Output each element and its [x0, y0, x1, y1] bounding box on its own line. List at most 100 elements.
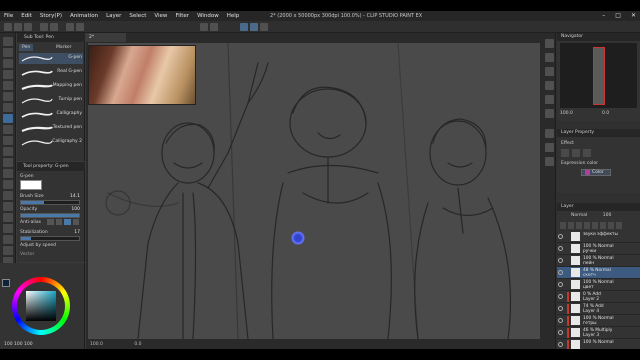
snap-grid-icon[interactable]: [260, 23, 268, 31]
visibility-eye-icon[interactable]: [558, 258, 563, 263]
dock-subview-icon[interactable]: [545, 53, 554, 62]
layer-row[interactable]: 46 % Multiply Layer 3: [557, 327, 640, 339]
sub-tool-item[interactable]: Calligraphy: [19, 109, 83, 120]
visibility-eye-icon[interactable]: [558, 342, 563, 347]
saturation-value-square[interactable]: [26, 291, 56, 321]
snap-ruler-icon[interactable]: [240, 23, 248, 31]
minimize-icon[interactable]: –: [602, 11, 605, 21]
redo-icon[interactable]: [50, 23, 58, 31]
snap-special-ruler-icon[interactable]: [250, 23, 258, 31]
drawing-canvas[interactable]: [88, 43, 540, 339]
clear-icon[interactable]: [66, 23, 74, 31]
visibility-eye-icon[interactable]: [558, 306, 563, 311]
dock-search-layer-icon[interactable]: [545, 143, 554, 152]
fill-tool-icon[interactable]: [3, 191, 13, 200]
dock-material-icon[interactable]: [545, 81, 554, 90]
brush-tool-icon[interactable]: [3, 136, 13, 145]
visibility-eye-icon[interactable]: [558, 330, 563, 335]
sub-tool-item[interactable]: Calligraphy 2: [19, 137, 83, 148]
adjust-by-speed-checkbox[interactable]: Adjust by speed: [20, 243, 56, 248]
layer-row[interactable]: 100 % Normal ручки: [557, 243, 640, 255]
status-zoom[interactable]: 100.0: [90, 342, 103, 347]
reference-layer-icon[interactable]: [568, 222, 574, 229]
frame-tool-icon[interactable]: [3, 224, 13, 233]
sub-tool-item[interactable]: Turnip pen: [19, 95, 83, 106]
blend-mode-select[interactable]: Normal: [571, 213, 587, 218]
deselect-icon[interactable]: [200, 23, 208, 31]
selection-tool-icon[interactable]: [3, 81, 13, 90]
navigator-zoom[interactable]: 100.0: [560, 111, 573, 116]
dock-animation-icon[interactable]: [545, 157, 554, 166]
move-tool-icon[interactable]: [3, 48, 13, 57]
layer-opacity-value[interactable]: 100: [603, 213, 612, 218]
save-icon[interactable]: [24, 23, 32, 31]
close-icon[interactable]: ✕: [631, 11, 636, 21]
layer-row[interactable]: 0 % Add Layer 2: [557, 291, 640, 303]
dock-auto-action-icon[interactable]: [545, 109, 554, 118]
text-tool-icon[interactable]: [3, 246, 13, 255]
blend-tool-icon[interactable]: [3, 180, 13, 189]
menu-animation[interactable]: Animation: [66, 11, 102, 21]
layer-row[interactable]: 100 % Normal: [557, 339, 640, 349]
stabilization-slider[interactable]: [20, 236, 80, 241]
invert-selection-icon[interactable]: [210, 23, 218, 31]
figure-tool-icon[interactable]: [3, 213, 13, 222]
sub-tool-item[interactable]: G-pen: [19, 53, 83, 64]
status-rotation[interactable]: 0.0: [134, 342, 141, 347]
menu-story[interactable]: Story(P): [36, 11, 66, 21]
transform-icon[interactable]: [76, 23, 84, 31]
effect-border-icon[interactable]: [561, 149, 569, 157]
menu-window[interactable]: Window: [193, 11, 223, 21]
gradient-tool-icon[interactable]: [3, 202, 13, 211]
new-file-icon[interactable]: [4, 23, 12, 31]
lock-layer-icon[interactable]: [576, 222, 582, 229]
opacity-slider[interactable]: [20, 213, 80, 218]
dock-navigator-icon[interactable]: [545, 39, 554, 48]
layer-row[interactable]: 100 % Normal пейн: [557, 255, 640, 267]
pen-tool-icon[interactable]: [3, 114, 13, 123]
open-file-icon[interactable]: [14, 23, 22, 31]
clip-layer-icon[interactable]: [560, 222, 566, 229]
menu-select[interactable]: Select: [125, 11, 150, 21]
ruler-layer-icon[interactable]: [600, 222, 606, 229]
eraser-tool-icon[interactable]: [3, 169, 13, 178]
ruler-tool-icon[interactable]: [3, 235, 13, 244]
new-layer-icon[interactable]: [608, 222, 614, 229]
dock-info-icon[interactable]: [545, 67, 554, 76]
antialias-options[interactable]: [47, 219, 79, 225]
navigator-angle[interactable]: 0.0: [602, 111, 609, 116]
menu-help[interactable]: Help: [223, 11, 244, 21]
layer-row[interactable]: 100 % Normal гетры: [557, 315, 640, 327]
pencil-tool-icon[interactable]: [3, 125, 13, 134]
dock-layer-property-icon[interactable]: [545, 129, 554, 138]
dock-history-icon[interactable]: [545, 95, 554, 104]
sub-tool-item[interactable]: Mapping pen: [19, 81, 83, 92]
layer-row[interactable]: 48 % Normal скетч: [557, 267, 640, 279]
navigator-preview[interactable]: [560, 43, 637, 108]
maximize-icon[interactable]: □: [615, 11, 621, 21]
operation-tool-icon[interactable]: [3, 59, 13, 68]
zoom-tool-icon[interactable]: [3, 37, 13, 46]
lock-transparency-icon[interactable]: [584, 222, 590, 229]
visibility-eye-icon[interactable]: [558, 282, 563, 287]
menu-view[interactable]: View: [150, 11, 171, 21]
layer-row[interactable]: звуки эффекты: [557, 231, 640, 243]
visibility-eye-icon[interactable]: [558, 294, 563, 299]
menu-file[interactable]: File: [0, 11, 17, 21]
visibility-eye-icon[interactable]: [558, 234, 563, 239]
delete-layer-icon[interactable]: [616, 222, 622, 229]
layer-row[interactable]: 74 % Add Layer 4: [557, 303, 640, 315]
eyedropper-tool-icon[interactable]: [3, 103, 13, 112]
visibility-eye-icon[interactable]: [558, 270, 563, 275]
canvas-tab[interactable]: 2*: [86, 33, 126, 42]
effect-layer-color-icon[interactable]: [583, 149, 591, 157]
menu-edit[interactable]: Edit: [17, 11, 36, 21]
effect-tone-icon[interactable]: [572, 149, 580, 157]
visibility-eye-icon[interactable]: [558, 246, 563, 251]
mask-icon[interactable]: [592, 222, 598, 229]
visibility-eye-icon[interactable]: [558, 318, 563, 323]
undo-icon[interactable]: [40, 23, 48, 31]
layer-row[interactable]: 100 % Normal цвет: [557, 279, 640, 291]
airbrush-tool-icon[interactable]: [3, 147, 13, 156]
sub-tool-item[interactable]: Real G-pen: [19, 67, 83, 78]
